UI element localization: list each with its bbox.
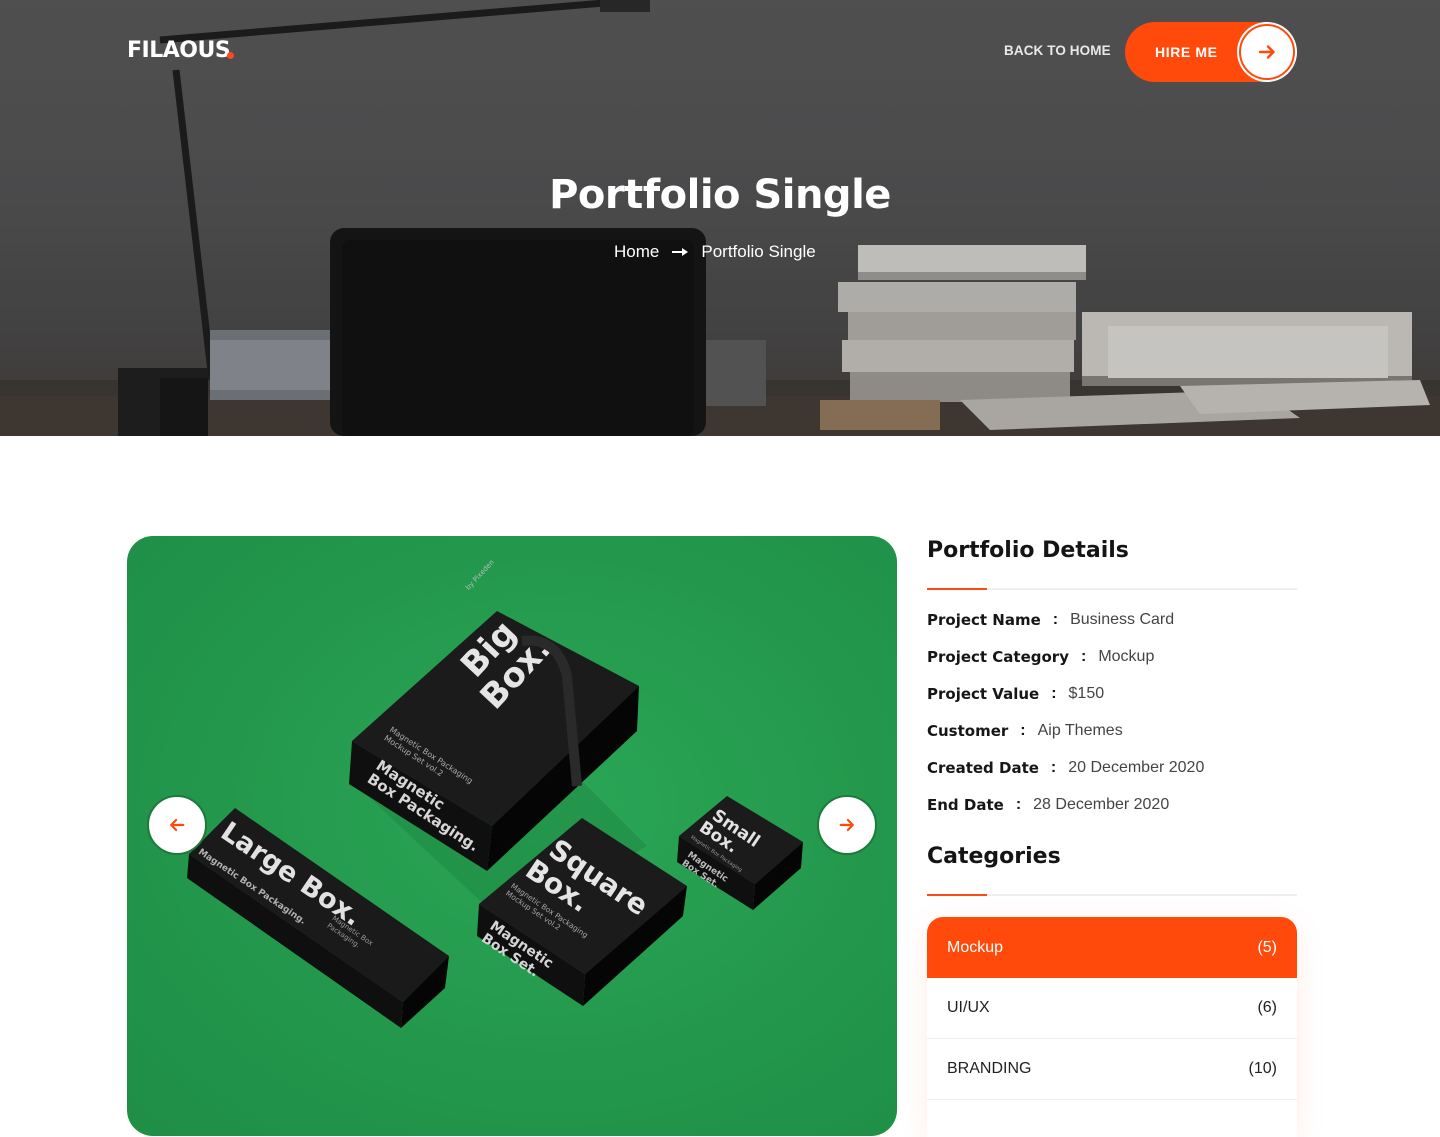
arrow-left-icon xyxy=(170,818,185,832)
detail-separator: : xyxy=(1052,611,1059,628)
site-logo[interactable]: FILAOUS xyxy=(127,38,231,63)
categories-list: Mockup (5) UI/UX (6) BRANDING (10) xyxy=(927,917,1297,1137)
detail-project-category: Project Category : Mockup xyxy=(927,648,1154,666)
detail-value: Aip Themes xyxy=(1037,722,1123,739)
detail-value: Business Card xyxy=(1070,611,1175,628)
categories-heading: Categories xyxy=(927,844,1061,869)
category-name: BRANDING xyxy=(947,1060,1032,1077)
detail-separator: : xyxy=(1081,648,1087,665)
arrow-right-icon xyxy=(839,818,854,832)
breadcrumb-arrow-icon xyxy=(671,247,689,257)
detail-value: 28 December 2020 xyxy=(1033,796,1170,813)
detail-end-date: End Date : 28 December 2020 xyxy=(927,796,1169,814)
portfolio-details-heading: Portfolio Details xyxy=(927,538,1129,563)
category-count: (6) xyxy=(1257,999,1277,1016)
detail-value: Mockup xyxy=(1098,648,1155,665)
detail-key: Project Name xyxy=(927,611,1041,629)
category-item-mockup[interactable]: Mockup (5) xyxy=(927,917,1297,978)
category-item-branding[interactable]: BRANDING (10) xyxy=(927,1039,1297,1100)
details-divider xyxy=(927,588,1297,590)
detail-key: Created Date xyxy=(927,759,1039,777)
detail-separator: : xyxy=(1020,722,1026,739)
slider-next-button[interactable] xyxy=(817,795,877,855)
page-hero: FILAOUS BACK TO HOME HIRE ME Portfolio S… xyxy=(0,0,1440,436)
detail-key: Project Category xyxy=(927,648,1069,666)
page-title: Portfolio Single xyxy=(549,172,891,218)
categories-divider xyxy=(927,894,1297,896)
hire-me-label: HIRE ME xyxy=(1155,44,1218,60)
breadcrumb: Home Portfolio Single xyxy=(614,242,816,262)
detail-project-value: Project Value : $150 xyxy=(927,685,1104,703)
category-count: (10) xyxy=(1248,1060,1277,1077)
detail-key: Project Value xyxy=(927,685,1040,703)
category-item-uiux[interactable]: UI/UX (6) xyxy=(927,978,1297,1039)
category-count: (5) xyxy=(1257,938,1277,956)
detail-project-name: Project Name : Business Card xyxy=(927,611,1174,629)
detail-customer: Customer : Aip Themes xyxy=(927,722,1123,740)
slider-prev-button[interactable] xyxy=(147,795,207,855)
category-name: UI/UX xyxy=(947,999,990,1016)
portfolio-image-slider[interactable]: Big Box. by Pixeden Magnetic Box Packagi… xyxy=(127,536,897,1136)
detail-key: Customer xyxy=(927,722,1009,740)
detail-separator: : xyxy=(1015,796,1022,813)
detail-separator: : xyxy=(1051,685,1057,702)
svg-text:by Pixeden: by Pixeden xyxy=(464,558,496,591)
detail-created-date: Created Date : 20 December 2020 xyxy=(927,759,1204,777)
category-name: Mockup xyxy=(947,938,1004,956)
back-to-home-link[interactable]: BACK TO HOME xyxy=(1004,43,1111,58)
breadcrumb-home-link[interactable]: Home xyxy=(614,242,659,262)
box-packaging-mockup-image: Big Box. by Pixeden Magnetic Box Packagi… xyxy=(187,558,803,1028)
detail-value: $150 xyxy=(1068,685,1105,702)
hire-me-button[interactable]: HIRE ME xyxy=(1125,22,1297,82)
detail-separator: : xyxy=(1050,759,1057,776)
logo-dot xyxy=(227,52,234,59)
breadcrumb-current: Portfolio Single xyxy=(701,242,816,261)
detail-value: 20 December 2020 xyxy=(1068,759,1205,776)
details-divider-accent xyxy=(927,588,987,590)
detail-key: End Date xyxy=(927,796,1004,814)
arrow-right-icon xyxy=(1239,24,1295,80)
categories-divider-accent xyxy=(927,894,987,896)
